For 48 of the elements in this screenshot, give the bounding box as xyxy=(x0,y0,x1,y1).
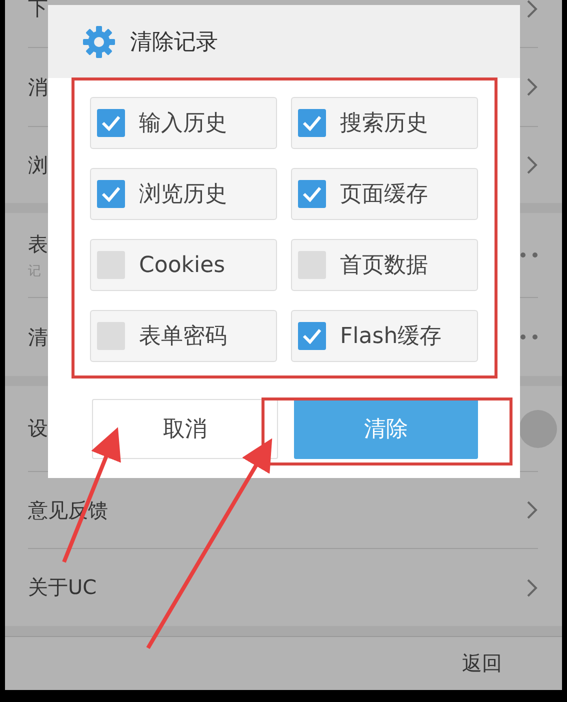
history-option[interactable]: 搜索历史 xyxy=(291,97,478,149)
checked-checkbox[interactable] xyxy=(97,109,125,137)
setting-label: 消 xyxy=(28,74,48,100)
chevron-icon xyxy=(526,500,538,520)
option-label: 浏览历史 xyxy=(139,181,227,209)
option-label: 搜索历史 xyxy=(340,110,428,138)
option-label: Flash缓存 xyxy=(340,323,442,351)
check-icon xyxy=(101,115,121,131)
option-label: 表单密码 xyxy=(139,323,227,351)
history-option[interactable]: Flash缓存 xyxy=(291,310,478,362)
dialog-title: 清除记录 xyxy=(130,28,218,56)
checked-checkbox[interactable] xyxy=(298,322,326,350)
checked-checkbox[interactable] xyxy=(298,109,326,137)
history-option[interactable]: 表单密码 xyxy=(90,310,277,362)
setting-label: 表 xyxy=(28,230,48,258)
check-icon xyxy=(302,186,322,202)
setting-label: 关于UC xyxy=(28,574,97,601)
cancel-button[interactable]: 取消 xyxy=(92,399,278,459)
check-icon xyxy=(302,328,322,344)
setting-label: 下 xyxy=(28,0,48,22)
history-option[interactable]: 输入历史 xyxy=(90,97,277,149)
option-label: Cookies xyxy=(139,252,226,278)
checkbox[interactable] xyxy=(298,251,326,279)
settings-icon xyxy=(82,24,116,58)
option-label: 页面缓存 xyxy=(340,181,428,209)
setting-label: 设 xyxy=(28,415,48,442)
toggle-knob-icon xyxy=(518,408,558,448)
check-icon xyxy=(302,115,322,131)
back-label[interactable]: 返回 xyxy=(462,650,502,677)
option-label: 首页数据 xyxy=(340,252,428,280)
more-icon xyxy=(520,334,538,340)
check-icon xyxy=(101,186,121,202)
history-option[interactable]: 页面缓存 xyxy=(291,168,478,220)
checked-checkbox[interactable] xyxy=(97,180,125,208)
more-icon xyxy=(520,252,538,258)
setting-label: 清 xyxy=(28,324,48,350)
chevron-icon xyxy=(526,155,538,175)
chevron-icon xyxy=(526,578,538,598)
chevron-icon xyxy=(526,77,538,97)
option-label: 输入历史 xyxy=(139,110,227,138)
checked-checkbox[interactable] xyxy=(298,180,326,208)
checkbox[interactable] xyxy=(97,322,125,350)
history-option[interactable]: 浏览历史 xyxy=(90,168,277,220)
chevron-icon xyxy=(526,0,538,18)
checkbox[interactable] xyxy=(97,251,125,279)
setting-label: 浏 xyxy=(28,152,48,178)
history-option[interactable]: 首页数据 xyxy=(291,239,478,291)
history-option[interactable]: Cookies xyxy=(90,239,277,291)
